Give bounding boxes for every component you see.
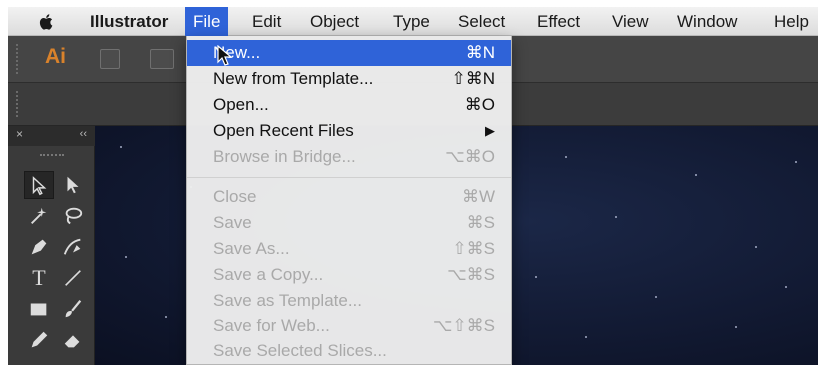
star [120, 146, 122, 148]
menu-item-save-as-template: Save as Template... [213, 291, 362, 310]
menu-bar: Illustrator File Edit Object Type Select… [8, 7, 818, 36]
submenu-arrow-icon: ▶ [485, 123, 495, 138]
menu-object[interactable]: Object [302, 7, 367, 36]
star [755, 246, 757, 248]
line-segment-tool-icon [65, 270, 81, 286]
paintbrush-tool-icon [65, 300, 82, 318]
panel-grip[interactable] [16, 44, 20, 74]
menu-select[interactable]: Select [450, 7, 513, 36]
apple-logo-icon[interactable] [38, 13, 56, 31]
star [785, 286, 787, 288]
star [125, 256, 127, 258]
selection-tool-icon [32, 176, 47, 196]
lasso-tool-icon [65, 207, 83, 225]
star [795, 161, 797, 163]
menu-item-save-selected-slices: Save Selected Slices... [213, 341, 387, 360]
menu-help[interactable]: Help [766, 7, 817, 36]
collapse-panel-icon[interactable]: ‹‹ [80, 128, 87, 140]
pencil-tool[interactable] [24, 326, 54, 354]
menu-item-save-as: Save As... ⇧⌘S [187, 236, 511, 262]
pen-tool[interactable] [24, 233, 54, 261]
star [655, 296, 657, 298]
selection-tool[interactable] [24, 171, 54, 199]
star [535, 276, 537, 278]
shortcut-label: ⇧⌘S [452, 239, 495, 258]
rectangle-tool-icon [30, 303, 47, 316]
line-segment-tool[interactable] [58, 264, 88, 292]
star [615, 216, 617, 218]
star [695, 174, 697, 176]
menu-item-open[interactable]: Open... ⌘O [187, 92, 511, 118]
magic-wand-tool-icon [31, 207, 47, 224]
menu-edit[interactable]: Edit [244, 7, 289, 36]
menu-item-save-a-copy: Save a Copy... ⌥⌘S [187, 262, 511, 288]
file-dropdown-menu: New... ⌘N New from Template... ⇧⌘N Open.… [186, 36, 512, 365]
star [565, 156, 567, 158]
mouse-pointer-icon [217, 45, 233, 66]
curvature-tool[interactable] [58, 233, 88, 261]
type-tool[interactable]: T [24, 264, 54, 292]
pencil-tool-icon [31, 331, 48, 348]
shortcut-label: ⌘O [464, 95, 495, 114]
menu-item-close: Close ⌘W [187, 184, 511, 210]
menu-item-new[interactable]: New... ⌘N [187, 40, 511, 66]
paintbrush-tool[interactable] [58, 295, 88, 323]
pen-tool-icon [31, 239, 47, 255]
star [735, 326, 737, 328]
menu-type[interactable]: Type [385, 7, 438, 36]
curvature-tool-icon [63, 238, 81, 255]
menu-item-save-for-web: Save for Web... ⌥⇧⌘S [187, 313, 511, 339]
menu-effect[interactable]: Effect [529, 7, 588, 36]
control-bar-grip[interactable] [16, 91, 20, 117]
shortcut-label: ⌘N [465, 43, 495, 62]
app-window: Illustrator File Edit Object Type Select… [0, 0, 818, 365]
tools-grip[interactable] [40, 154, 64, 156]
magic-wand-tool[interactable] [24, 202, 54, 230]
menu-item-open-recent-files[interactable]: Open Recent Files ▶ [187, 118, 511, 144]
menu-item-new-from-template[interactable]: New from Template... ⇧⌘N [187, 66, 511, 92]
bridge-button[interactable] [100, 49, 120, 69]
direct-selection-tool-icon [67, 176, 79, 194]
close-icon[interactable]: × [16, 127, 23, 141]
menu-window[interactable]: Window [669, 7, 745, 36]
menu-item-browse-in-bridge: Browse in Bridge... ⌥⌘O [187, 144, 511, 170]
type-tool-icon: T [32, 265, 46, 290]
menu-view[interactable]: View [604, 7, 657, 36]
shortcut-label: ⌥⌘S [447, 265, 495, 284]
eraser-tool-icon [64, 335, 80, 348]
rectangle-tool[interactable] [24, 295, 54, 323]
shortcut-label: ⌥⌘O [445, 147, 495, 166]
menu-file[interactable]: File [185, 7, 229, 36]
shortcut-label: ⌘S [466, 213, 495, 232]
shortcut-label: ⇧⌘N [451, 69, 495, 88]
tools-panel-header: × ‹‹ [8, 126, 95, 156]
menu-item-save: Save ⌘S [187, 210, 511, 236]
shortcut-label: ⌥⇧⌘S [432, 316, 495, 335]
eraser-tool[interactable] [58, 326, 88, 354]
star [585, 336, 587, 338]
tools-panel: × ‹‹ T [8, 126, 95, 365]
menu-app-name[interactable]: Illustrator [82, 7, 176, 36]
direct-selection-tool[interactable] [58, 171, 88, 199]
menu-separator [187, 177, 511, 178]
lasso-tool[interactable] [58, 202, 88, 230]
arrange-documents-button[interactable] [150, 49, 174, 69]
shortcut-label: ⌘W [461, 187, 495, 206]
star [165, 316, 167, 318]
ai-logo: Ai [45, 45, 66, 68]
